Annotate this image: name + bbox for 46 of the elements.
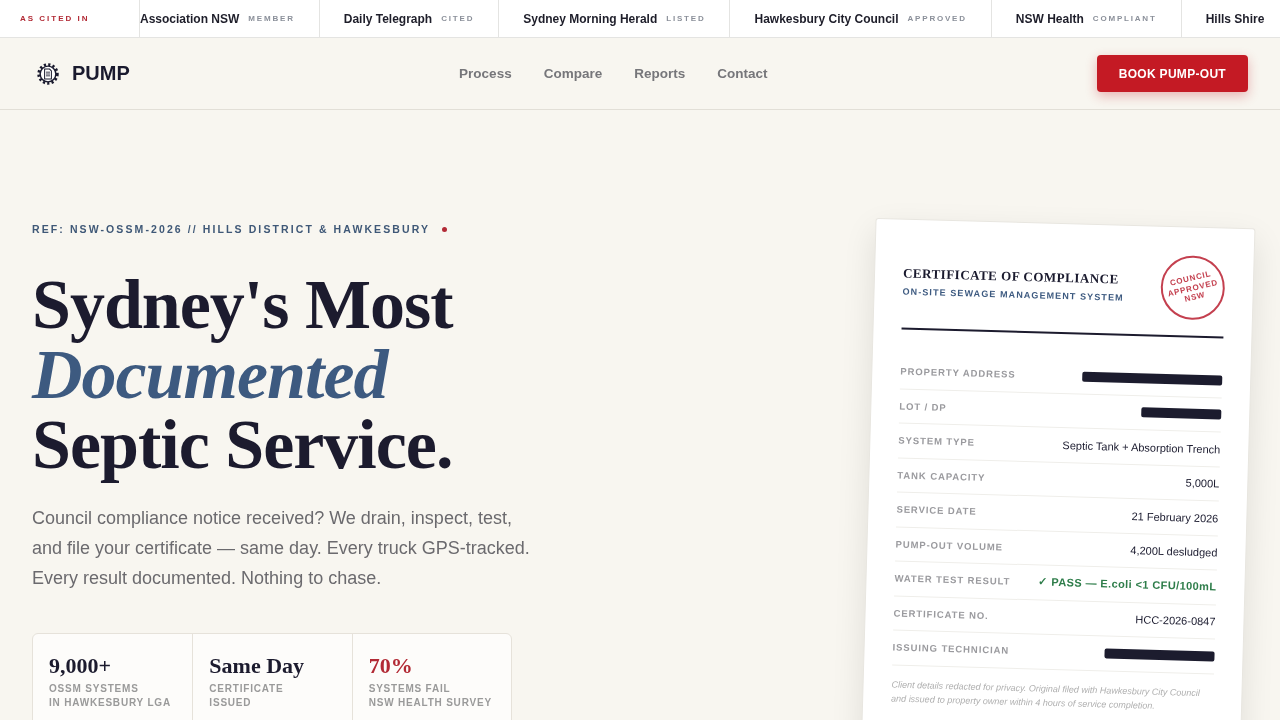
publication-name: Sydney Morning Herald — [523, 11, 658, 26]
publication-name: Daily Telegraph — [343, 11, 433, 26]
publication-name: Association NSW — [140, 11, 240, 26]
publication-tag: COMPLIANT — [1092, 14, 1157, 23]
field-value: 4,200L desludged — [1130, 544, 1218, 559]
field-label: SYSTEM TYPE — [898, 434, 975, 448]
test-result: ✓ PASS — E.coli <1 CFU/100mL — [1038, 575, 1217, 594]
field-value: 21 February 2026 — [1131, 509, 1219, 525]
nav-link[interactable]: Process — [459, 66, 512, 81]
stat-value: Same Day — [209, 653, 306, 679]
field-label: LOT / DP — [899, 400, 947, 413]
gear-document-icon[interactable] — [37, 62, 59, 85]
field-label: PUMP-OUT VOLUME — [895, 538, 1004, 553]
stat-label: OSSM SYSTEMS IN HAWKESBURY LGA — [49, 682, 172, 710]
publication-tag: MEMBER — [248, 14, 295, 23]
nav-link[interactable]: Compare — [543, 66, 603, 81]
stat-label: SYSTEMS FAIL NSW HEALTH SURVEY — [368, 682, 493, 710]
field-value: 5,000L — [1185, 476, 1220, 490]
field-label: TANK CAPACITY — [897, 469, 986, 483]
publication-name: NSW Health — [1015, 11, 1084, 26]
stat-label: CERTIFICATE ISSUED — [209, 682, 285, 710]
certificate-subtitle: ON-SITE SEWAGE MANAGEMENT SYSTEM — [902, 285, 1124, 304]
nav-link[interactable]: Contact — [717, 66, 768, 81]
logo-text[interactable]: PUMP — [72, 62, 130, 85]
stat-value: 9,000+ — [49, 653, 113, 679]
publication-tag: LISTED — [666, 14, 706, 23]
field-label: ISSUING TECHNICIAN — [892, 641, 1010, 656]
publication-name: Hawkesbury City Council — [754, 11, 899, 26]
stat-value: 70% — [368, 653, 414, 679]
field-label: SERVICE DATE — [896, 503, 977, 517]
publication-tag: APPROVED — [907, 14, 967, 23]
certificate-footnote: Client details redacted for privacy. Original filed with Hawkesbury City Council and issued to property owner within 4 hours of service completion. — [891, 677, 1202, 713]
publication-name: Hills Shire — [1205, 11, 1265, 26]
field-label: PROPERTY ADDRESS — [900, 365, 1016, 380]
book-button[interactable]: BOOK PUMP-OUT — [1096, 55, 1248, 92]
cited-label: AS CITED IN — [20, 14, 90, 23]
nav-link[interactable]: Reports — [634, 66, 686, 81]
field-value: Septic Tank + Absorption Trench — [1062, 438, 1221, 456]
field-value: HCC-2026-0847 — [1135, 613, 1216, 628]
reference-text: REF: NSW-OSSM-2026 // HILLS DISTRICT & HAWKESBURY — [32, 222, 431, 236]
hero-description: Council compliance notice received? We drain, inspect, test, and file your certificate — same day. Every truck GPS-tracked. Every result documented. Nothing to chase. — [32, 507, 531, 590]
field-label: CERTIFICATE NO. — [893, 607, 989, 621]
field-label: WATER TEST RESULT — [894, 572, 1011, 587]
certificate-title: CERTIFICATE OF COMPLIANCE — [902, 265, 1120, 288]
dot-icon — [442, 226, 448, 232]
publication-tag: CITED — [441, 14, 475, 23]
